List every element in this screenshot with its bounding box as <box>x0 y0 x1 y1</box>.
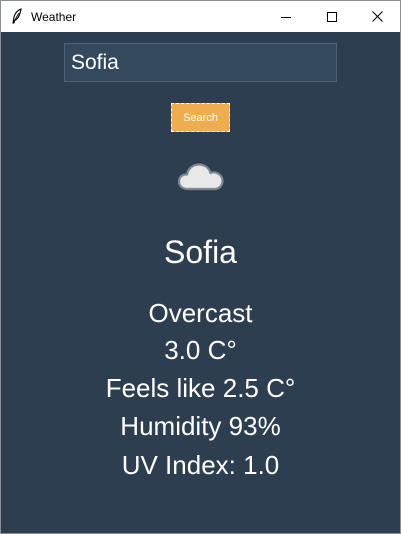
uv-index: UV Index: 1.0 <box>121 450 280 480</box>
close-icon <box>371 11 383 22</box>
maximize-icon <box>327 11 337 22</box>
weather-window: Weather Search <box>0 0 401 534</box>
minimize-icon <box>281 12 291 22</box>
window-title: Weather <box>31 10 77 24</box>
main-panel: Search Sofia Overcast 3.0 C° Feels like … <box>1 32 400 533</box>
maximize-button[interactable] <box>309 1 355 32</box>
weather-condition: Overcast <box>148 298 253 328</box>
search-button[interactable]: Search <box>171 103 230 132</box>
feather-icon <box>10 8 24 24</box>
feels-like: Feels like 2.5 C° <box>105 373 296 403</box>
city-name: Sofia <box>164 234 237 270</box>
city-search-input[interactable] <box>64 43 337 82</box>
humidity: Humidity 93% <box>120 411 281 441</box>
cloud-icon <box>177 160 225 192</box>
close-button[interactable] <box>354 1 400 32</box>
minimize-button[interactable] <box>263 1 309 32</box>
temperature: 3.0 C° <box>164 335 237 365</box>
title-bar[interactable]: Weather <box>1 1 400 32</box>
